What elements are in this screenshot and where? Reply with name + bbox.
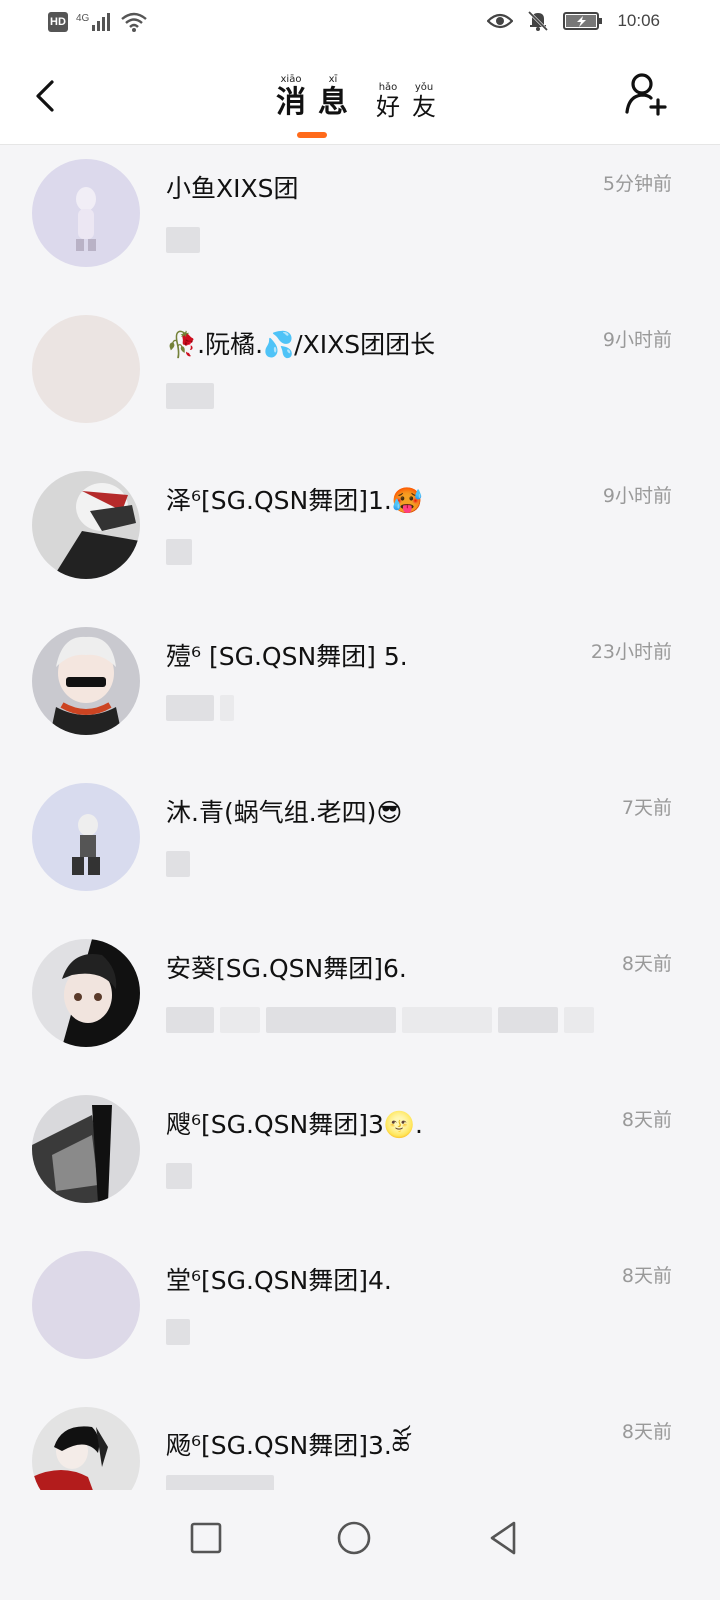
back-arrow-icon[interactable] [28, 76, 64, 116]
message-time: 8天前 [621, 1109, 672, 1131]
back-icon[interactable] [484, 1518, 524, 1558]
contact-name: 堂⁶[SG.QSN舞团]4. [166, 1266, 392, 1295]
message-preview [166, 1007, 594, 1033]
message-time: 23小时前 [590, 641, 672, 663]
header: 消xiāo 息xī 好hǎo 友yǒu [0, 50, 720, 145]
message-list: 小鱼XIXS团 5分钟前 🥀.阮橘.💦/XIXS团团长 9小时前 泽⁶[SG.Q… [0, 145, 720, 1549]
signal-icon [92, 13, 111, 31]
message-time: 8天前 [621, 1265, 672, 1287]
message-preview [166, 227, 200, 253]
contact-name: 🥀.阮橘.💦/XIXS团团长 [166, 330, 436, 359]
conversation-row[interactable]: 泽⁶[SG.QSN舞团]1.🥵 9小时前 [0, 457, 720, 613]
tab-messages[interactable]: 消xiāo 息xī [276, 74, 348, 138]
message-preview [166, 851, 190, 877]
recent-apps-icon[interactable] [186, 1518, 226, 1558]
message-preview [166, 539, 192, 565]
network-label: 4G [76, 12, 90, 24]
tab-char: 友yǒu [412, 82, 436, 121]
avatar [32, 627, 140, 735]
tab-char: 消xiāo [276, 74, 306, 120]
avatar [32, 471, 140, 579]
message-time: 9小时前 [602, 485, 672, 507]
avatar [32, 1095, 140, 1203]
conversation-row[interactable]: 殪⁶ [SG.QSN舞团] 5. 23小时前 [0, 613, 720, 769]
avatar [32, 1251, 140, 1359]
message-time: 8天前 [621, 1421, 672, 1443]
clock: 10:06 [617, 11, 660, 30]
home-icon[interactable] [334, 1518, 374, 1558]
message-preview [166, 1319, 190, 1345]
contact-name: 沐.青(蜗气组.老四)😎 [166, 798, 403, 827]
conversation-row[interactable]: 堂⁶[SG.QSN舞团]4. 8天前 [0, 1237, 720, 1393]
tab-char: 息xī [318, 74, 348, 120]
active-tab-indicator [297, 132, 327, 138]
contact-name: 殪⁶ [SG.QSN舞团] 5. [166, 642, 408, 671]
hd-badge: HD [48, 12, 68, 32]
tab-friends[interactable]: 好hǎo 友yǒu [376, 74, 436, 122]
status-bar: HD 4G 10:06 [0, 0, 720, 50]
contact-name: 飕⁶[SG.QSN舞团]3🌝. [166, 1110, 423, 1139]
avatar [32, 159, 140, 267]
conversation-row[interactable]: 安葵[SG.QSN舞团]6. 8天前 [0, 925, 720, 1081]
conversation-row[interactable]: 飕⁶[SG.QSN舞团]3🌝. 8天前 [0, 1081, 720, 1237]
tab-bar: 消xiāo 息xī 好hǎo 友yǒu [276, 74, 436, 138]
avatar [32, 939, 140, 1047]
message-preview [166, 383, 214, 409]
message-time: 8天前 [621, 953, 672, 975]
status-right: 10:06 [487, 10, 660, 32]
message-time: 7天前 [621, 797, 672, 819]
message-preview [166, 695, 234, 721]
contact-name: 安葵[SG.QSN舞团]6. [166, 954, 407, 983]
system-nav-bar [0, 1490, 720, 1600]
conversation-row[interactable]: 小鱼XIXS团 5分钟前 [0, 145, 720, 301]
contact-name: 小鱼XIXS团 [166, 174, 299, 203]
tab-char: 好hǎo [376, 82, 400, 121]
message-preview [166, 1163, 192, 1189]
add-friend-icon[interactable] [624, 70, 670, 116]
eye-icon [487, 13, 514, 29]
avatar [32, 315, 140, 423]
conversation-row[interactable]: 🥀.阮橘.💦/XIXS团团长 9小时前 [0, 301, 720, 457]
message-time: 5分钟前 [602, 173, 672, 195]
bell-off-icon [528, 10, 549, 32]
wifi-icon [121, 12, 148, 32]
avatar [32, 783, 140, 891]
conversation-row[interactable]: 沐.青(蜗气组.老四)😎 7天前 [0, 769, 720, 925]
battery-charging-icon [563, 12, 603, 30]
contact-name: 泽⁶[SG.QSN舞团]1.🥵 [166, 486, 423, 515]
message-time: 9小时前 [602, 329, 672, 351]
status-left: HD 4G [48, 12, 148, 32]
